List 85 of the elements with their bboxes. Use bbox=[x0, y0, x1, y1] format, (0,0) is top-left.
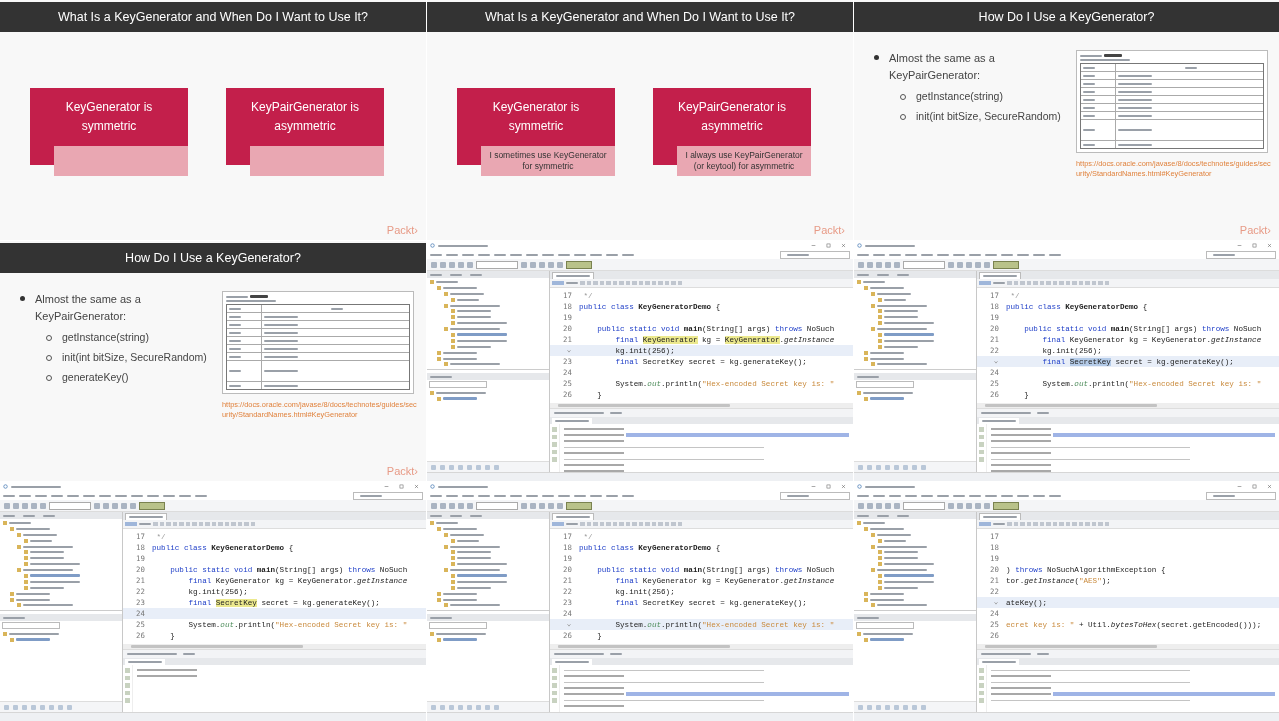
minimize-icon[interactable] bbox=[811, 484, 816, 489]
minimize-icon[interactable] bbox=[1237, 243, 1242, 248]
gutter-marker-icon[interactable] bbox=[993, 358, 999, 365]
packt-logo: Packt› bbox=[386, 224, 418, 236]
project-tree[interactable] bbox=[427, 278, 549, 370]
close-icon[interactable] bbox=[841, 484, 846, 489]
app-icon bbox=[857, 484, 862, 489]
scrollbar[interactable] bbox=[550, 403, 853, 408]
output-tab[interactable] bbox=[977, 417, 1279, 424]
maximize-icon[interactable] bbox=[1252, 484, 1257, 489]
breadcrumb-bar[interactable] bbox=[977, 408, 1279, 417]
toolbar[interactable] bbox=[427, 500, 853, 512]
panel-tabs[interactable] bbox=[854, 512, 976, 519]
minimize-icon[interactable] bbox=[1237, 484, 1242, 489]
output-tab[interactable] bbox=[550, 417, 853, 424]
maximize-icon[interactable] bbox=[826, 484, 831, 489]
maximize-icon[interactable] bbox=[399, 484, 404, 489]
bullet-text: generateKey() bbox=[62, 370, 129, 385]
slide-title: What Is a KeyGenerator and When Do I Want to Use It? bbox=[0, 2, 426, 32]
slide-title: How Do I Use a KeyGenerator? bbox=[854, 2, 1279, 32]
panel-toolbar[interactable] bbox=[854, 461, 976, 472]
project-tree[interactable] bbox=[0, 519, 122, 611]
breadcrumb-bar[interactable] bbox=[550, 408, 853, 417]
close-icon[interactable] bbox=[414, 484, 419, 489]
slide-title: How Do I Use a KeyGenerator? bbox=[0, 243, 426, 273]
panel-tabs[interactable] bbox=[854, 271, 976, 278]
packt-logo: Packt› bbox=[386, 465, 418, 477]
panel-tabs[interactable] bbox=[427, 512, 549, 519]
gutter-marker-icon[interactable] bbox=[566, 347, 572, 354]
menu-bar[interactable] bbox=[427, 250, 853, 259]
editor-toolbar[interactable] bbox=[550, 520, 853, 529]
bullet-text: Almost the same as a KeyPairGenerator: bbox=[889, 51, 996, 83]
scrollbar[interactable] bbox=[977, 403, 1279, 408]
scrollbar[interactable] bbox=[977, 644, 1279, 649]
output-tab[interactable] bbox=[550, 658, 853, 665]
toolbar[interactable] bbox=[0, 500, 426, 512]
panel-tabs[interactable] bbox=[427, 271, 549, 278]
minimize-icon[interactable] bbox=[811, 243, 816, 248]
editor-toolbar[interactable] bbox=[977, 520, 1279, 529]
gutter-marker-icon[interactable] bbox=[566, 621, 572, 628]
project-tree[interactable] bbox=[854, 278, 976, 370]
editor-toolbar[interactable] bbox=[550, 279, 853, 288]
packt-logo: Packt› bbox=[1239, 224, 1271, 236]
maximize-icon[interactable] bbox=[826, 243, 831, 248]
breadcrumb-bar[interactable] bbox=[550, 649, 853, 658]
panel-toolbar[interactable] bbox=[0, 701, 122, 712]
close-icon[interactable] bbox=[1267, 484, 1272, 489]
editor-toolbar[interactable] bbox=[977, 279, 1279, 288]
bullet-text: getInstance(string) bbox=[62, 330, 149, 345]
close-icon[interactable] bbox=[1267, 243, 1272, 248]
gutter-marker-icon[interactable] bbox=[993, 599, 999, 606]
packt-logo: Packt› bbox=[813, 224, 845, 236]
panel-toolbar[interactable] bbox=[427, 461, 549, 472]
app-icon bbox=[430, 484, 435, 489]
toolbar[interactable] bbox=[427, 259, 853, 271]
maximize-icon[interactable] bbox=[1252, 243, 1257, 248]
scrollbar[interactable] bbox=[550, 644, 853, 649]
project-tree[interactable] bbox=[427, 519, 549, 611]
bullet-icon bbox=[874, 55, 879, 60]
panel-toolbar[interactable] bbox=[427, 701, 549, 712]
note-card: I sometimes use KeyGenerator for symmetric bbox=[481, 146, 615, 176]
minimize-icon[interactable] bbox=[384, 484, 389, 489]
project-tree[interactable] bbox=[854, 519, 976, 611]
output-tab[interactable] bbox=[123, 658, 426, 665]
bullet-text: Almost the same as a KeyPairGenerator: bbox=[35, 292, 142, 324]
toolbar[interactable] bbox=[854, 500, 1279, 512]
editor-toolbar[interactable] bbox=[123, 520, 426, 529]
note-card: I always use KeyPairGenerator (or keytool) for asymmetric bbox=[677, 146, 811, 176]
bullet-text: getInstance(string) bbox=[916, 89, 1003, 104]
output-tab[interactable] bbox=[977, 658, 1279, 665]
menu-bar[interactable] bbox=[0, 491, 426, 500]
breadcrumb-bar[interactable] bbox=[977, 649, 1279, 658]
toolbar[interactable] bbox=[854, 259, 1279, 271]
bullet-icon bbox=[20, 296, 25, 301]
bullet-text: init(int bitSize, SecureRandom) bbox=[916, 109, 1061, 124]
app-icon bbox=[430, 243, 435, 248]
close-icon[interactable] bbox=[841, 243, 846, 248]
panel-tabs[interactable] bbox=[0, 512, 122, 519]
bullet-text: init(int bitSize, SecureRandom) bbox=[62, 350, 207, 365]
slide-title: What Is a KeyGenerator and When Do I Want to Use It? bbox=[427, 2, 853, 32]
scrollbar[interactable] bbox=[123, 644, 426, 649]
breadcrumb-bar[interactable] bbox=[123, 649, 426, 658]
panel-toolbar[interactable] bbox=[854, 701, 976, 712]
app-icon bbox=[3, 484, 8, 489]
app-icon bbox=[857, 243, 862, 248]
